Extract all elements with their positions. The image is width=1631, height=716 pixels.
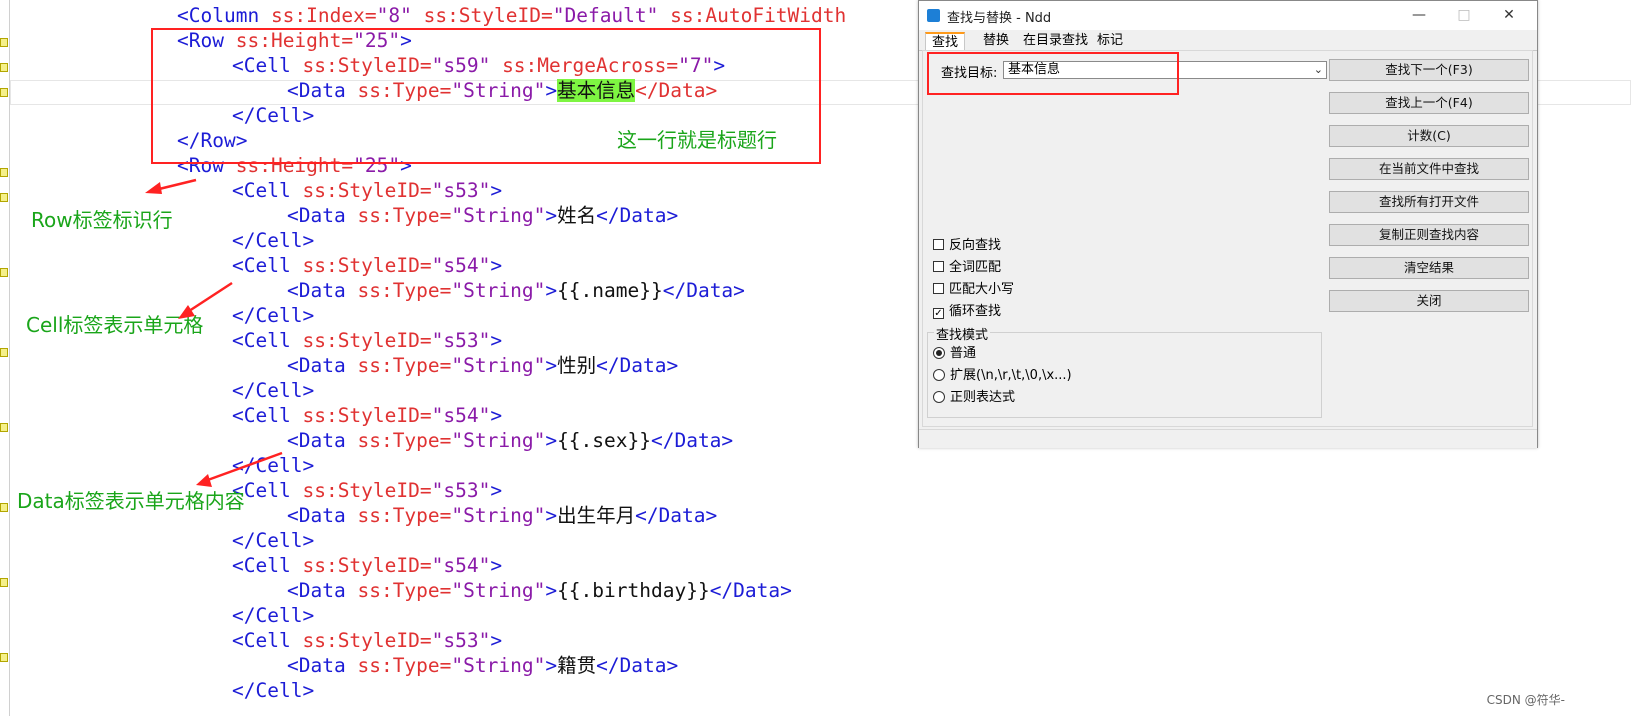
code-line-22[interactable]: </Cell> xyxy=(232,528,314,554)
dialog-tabs: 查找 替换 在目录查找 标记 xyxy=(919,30,1537,51)
count-button[interactable]: 计数(C) xyxy=(1329,125,1529,147)
fold-marker-icon[interactable] xyxy=(0,38,8,47)
wrap-around-checkbox[interactable]: ✓ 循环查找 xyxy=(933,304,1001,319)
data-tag-annotation: Data标签表示单元格内容 xyxy=(17,489,245,513)
code-line-17[interactable]: <Cell ss:StyleID="s54"> xyxy=(232,403,502,429)
find-all-open-files-button[interactable]: 查找所有打开文件 xyxy=(1329,191,1529,213)
code-line-9[interactable]: <Data ss:Type="String">姓名</Data> xyxy=(287,203,678,229)
find-next-button[interactable]: 查找下一个(F3) xyxy=(1329,59,1529,81)
fold-marker-icon[interactable] xyxy=(0,348,8,357)
title-row-annotation: 这一行就是标题行 xyxy=(617,128,777,152)
fold-marker-icon[interactable] xyxy=(0,168,8,177)
code-line-1[interactable]: <Column ss:Index="8" ss:StyleID="Default… xyxy=(177,3,846,29)
code-line-23[interactable]: <Cell ss:StyleID="s54"> xyxy=(232,553,502,579)
code-line-27[interactable]: <Data ss:Type="String">籍贯</Data> xyxy=(287,653,678,679)
code-line-25[interactable]: </Cell> xyxy=(232,603,314,629)
dialog-titlebar[interactable]: 查找与替换 - Ndd — □ ✕ xyxy=(919,1,1537,30)
code-line-15[interactable]: <Data ss:Type="String">性别</Data> xyxy=(287,353,678,379)
fold-marker-icon[interactable] xyxy=(0,503,8,512)
mode-regex-radio[interactable]: 正则表达式 xyxy=(933,390,1015,405)
row-tag-annotation: Row标签标识行 xyxy=(31,208,173,232)
tab-replace[interactable]: 替换 xyxy=(977,32,1015,49)
watermark: CSDN @符华- xyxy=(1486,693,1565,707)
fold-marker-icon[interactable] xyxy=(0,653,8,662)
code-line-14[interactable]: <Cell ss:StyleID="s53"> xyxy=(232,328,502,354)
code-line-11[interactable]: <Cell ss:StyleID="s54"> xyxy=(232,253,502,279)
find-replace-dialog[interactable]: 查找与替换 - Ndd — □ ✕ 查找 替换 在目录查找 标记 查找目标: 基… xyxy=(918,0,1538,448)
clear-results-button[interactable]: 清空结果 xyxy=(1329,257,1529,279)
fold-marker-icon[interactable] xyxy=(0,423,8,432)
dialog-title: 查找与替换 - Ndd xyxy=(947,11,1052,26)
code-line-19[interactable]: </Cell> xyxy=(232,453,314,479)
fold-marker-icon[interactable] xyxy=(0,193,8,202)
mode-normal-radio[interactable]: 普通 xyxy=(933,346,976,361)
cell-tag-annotation: Cell标签表示单元格 xyxy=(26,313,204,337)
dialog-statusbar xyxy=(919,429,1537,448)
code-line-20[interactable]: <Cell ss:StyleID="s53"> xyxy=(232,478,502,504)
checkmark-icon: ✓ xyxy=(933,308,944,319)
match-case-checkbox[interactable]: 匹配大小写 xyxy=(933,282,1014,297)
code-line-12[interactable]: <Data ss:Type="String">{{.name}}</Data> xyxy=(287,278,745,304)
code-line-8[interactable]: <Cell ss:StyleID="s53"> xyxy=(232,178,502,204)
fold-marker-icon[interactable] xyxy=(0,268,8,277)
tab-find[interactable]: 查找 xyxy=(925,32,966,51)
maximize-button[interactable]: □ xyxy=(1449,5,1479,25)
find-in-current-file-button[interactable]: 在当前文件中查找 xyxy=(1329,158,1529,180)
minimize-button[interactable]: — xyxy=(1404,5,1434,25)
fold-marker-icon[interactable] xyxy=(0,88,8,97)
code-line-28[interactable]: </Cell> xyxy=(232,678,314,704)
fold-marker-icon[interactable] xyxy=(0,63,8,72)
ndd-app-icon xyxy=(927,9,940,22)
chevron-down-icon[interactable]: ⌄ xyxy=(1314,62,1323,78)
close-button[interactable]: 关闭 xyxy=(1329,290,1529,312)
search-mode-title: 查找模式 xyxy=(934,324,991,343)
find-target-highlight-box xyxy=(927,52,1179,95)
code-line-24[interactable]: <Data ss:Type="String">{{.birthday}}</Da… xyxy=(287,578,792,604)
close-window-button[interactable]: ✕ xyxy=(1494,5,1524,25)
code-line-18[interactable]: <Data ss:Type="String">{{.sex}}</Data> xyxy=(287,428,733,454)
tab-find-in-dir[interactable]: 在目录查找 xyxy=(1017,32,1094,49)
code-line-26[interactable]: <Cell ss:StyleID="s53"> xyxy=(232,628,502,654)
fold-marker-icon[interactable] xyxy=(0,578,8,587)
fold-gutter xyxy=(0,0,10,716)
find-prev-button[interactable]: 查找上一个(F4) xyxy=(1329,92,1529,114)
code-line-13[interactable]: </Cell> xyxy=(232,303,314,329)
reverse-search-checkbox[interactable]: 反向查找 xyxy=(933,238,1001,253)
code-line-21[interactable]: <Data ss:Type="String">出生年月</Data> xyxy=(287,503,717,529)
copy-regex-button[interactable]: 复制正则查找内容 xyxy=(1329,224,1529,246)
code-line-10[interactable]: </Cell> xyxy=(232,228,314,254)
tab-mark[interactable]: 标记 xyxy=(1091,32,1129,49)
code-line-16[interactable]: </Cell> xyxy=(232,378,314,404)
mode-extended-radio[interactable]: 扩展(\n,\r,\t,\0,\x...) xyxy=(933,368,1072,383)
whole-word-checkbox[interactable]: 全词匹配 xyxy=(933,260,1001,275)
